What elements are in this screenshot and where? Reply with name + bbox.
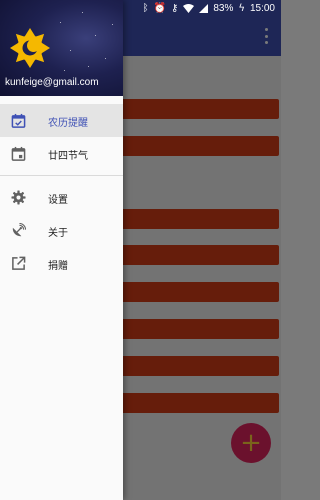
nav-item-label: 关于 [48,228,68,239]
battery-charging-icon: ϟ [238,3,245,14]
status-bar: ᛒ ⏰ ⚷ 83% ϟ 15:00 [0,0,281,17]
sun-moon-logo [10,28,50,68]
calendar-check-icon [11,113,26,128]
nav-item-settings[interactable]: 设置 [0,181,123,214]
nav-item-label: 设置 [48,195,68,206]
satellite-dish-icon [12,223,26,237]
account-email: kunfeige@gmail.com [5,77,99,88]
nav-item-label: 廿四节气 [48,151,88,162]
battery-percent: 83% [213,3,234,14]
alarm-icon: ⏰ [153,3,167,14]
calendar-event-icon [11,146,26,161]
open-in-new-icon [12,256,26,270]
drawer-divider [0,175,123,176]
nav-item-donate[interactable]: 捐赠 [0,247,123,280]
nav-item-label: 农历提醒 [48,118,88,129]
cellular-signal-icon [199,4,209,13]
navigation-drawer: kunfeige@gmail.com 农历提醒 廿四节气 设置 关于 捐赠 [0,0,123,500]
nav-item-lunar-reminder[interactable]: 农历提醒 [0,104,123,137]
nav-item-label: 捐赠 [48,261,68,272]
nav-item-about[interactable]: 关于 [0,214,123,247]
wifi-icon [183,4,195,13]
clock: 15:00 [249,3,275,14]
gear-icon [11,190,26,205]
vpn-key-icon: ⚷ [171,3,179,14]
nav-item-solar-terms[interactable]: 廿四节气 [0,137,123,170]
bluetooth-icon: ᛒ [142,3,149,14]
